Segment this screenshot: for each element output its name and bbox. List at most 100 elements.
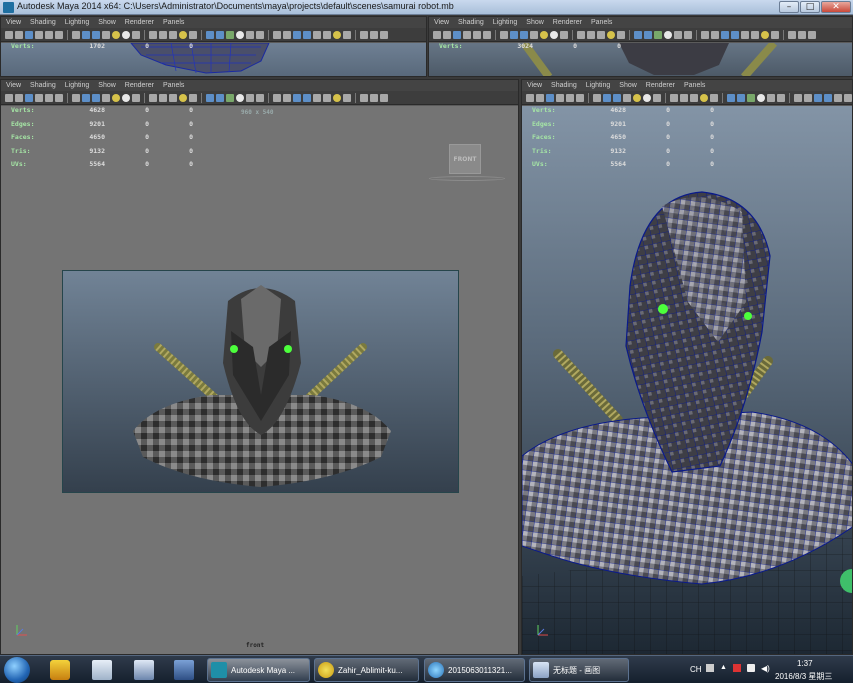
toolbar-tool-icon[interactable] [824, 93, 832, 102]
toolbar-tool-icon[interactable] [617, 30, 625, 39]
toolbar-tool-icon[interactable] [169, 30, 177, 39]
toolbar-tool-icon[interactable] [313, 30, 321, 39]
menu-lighting[interactable]: Lighting [586, 82, 611, 89]
toolbar-tool-icon[interactable] [674, 30, 682, 39]
toolbar-tool-icon[interactable] [370, 30, 378, 39]
toolbar-tool-icon[interactable] [587, 30, 595, 39]
toolbar-tool-icon[interactable] [761, 30, 769, 39]
toolbar-tool-icon[interactable] [112, 30, 120, 39]
toolbar-tool-icon[interactable] [92, 30, 100, 39]
toolbar-tool-icon[interactable] [623, 93, 631, 102]
toolbar-tool-icon[interactable] [643, 93, 651, 102]
toolbar-tool-icon[interactable] [189, 93, 197, 102]
toolbar-tool-icon[interactable] [710, 93, 718, 102]
minimize-button[interactable]: – [779, 1, 799, 13]
toolbar-tool-icon[interactable] [788, 30, 796, 39]
toolbar-tool-icon[interactable] [701, 30, 709, 39]
toolbar-tool-icon[interactable] [179, 30, 187, 39]
toolbar-tool-icon[interactable] [577, 30, 585, 39]
clock-date[interactable]: 2016/8/3 星期三 [775, 671, 832, 683]
toolbar-tool-icon[interactable] [433, 30, 441, 39]
toolbar-tool-icon[interactable] [500, 30, 508, 39]
toolbar-tool-icon[interactable] [246, 30, 254, 39]
toolbar-tool-icon[interactable] [313, 93, 321, 102]
menu-show[interactable]: Show [526, 19, 544, 26]
toolbar-tool-icon[interactable] [804, 93, 812, 102]
toolbar-tool-icon[interactable] [560, 30, 568, 39]
toolbar-tool-icon[interactable] [246, 93, 254, 102]
toolbar-tool-icon[interactable] [179, 93, 187, 102]
toolbar-tool-icon[interactable] [92, 93, 100, 102]
menu-renderer[interactable]: Renderer [553, 19, 582, 26]
toolbar-tool-icon[interactable] [536, 93, 544, 102]
toolbar-tool-icon[interactable] [293, 30, 301, 39]
toolbar-tool-icon[interactable] [122, 93, 130, 102]
maximize-button[interactable]: □ [800, 1, 820, 13]
toolbar-tool-icon[interactable] [333, 93, 341, 102]
toolbar-tool-icon[interactable] [216, 30, 224, 39]
toolbar-tool-icon[interactable] [236, 30, 244, 39]
task-folder[interactable]: 2015063011321... [424, 658, 525, 682]
network-status-icon[interactable] [746, 664, 755, 672]
toolbar-tool-icon[interactable] [35, 93, 43, 102]
toolbar-tool-icon[interactable] [794, 93, 802, 102]
toolbar-tool-icon[interactable] [556, 93, 564, 102]
toolbar-tool-icon[interactable] [741, 30, 749, 39]
toolbar-tool-icon[interactable] [149, 30, 157, 39]
toolbar-tool-icon[interactable] [82, 30, 90, 39]
toolbar-tool-icon[interactable] [132, 30, 140, 39]
toolbar-tool-icon[interactable] [72, 30, 80, 39]
toolbar-tool-icon[interactable] [226, 30, 234, 39]
persp-viewport[interactable]: Verts: 4628 0 0 Edges: 9201 0 0 Faces: 4650 0 0 T… [522, 106, 852, 654]
toolbar-tool-icon[interactable] [690, 93, 698, 102]
menu-view[interactable]: View [6, 82, 21, 89]
start-button[interactable] [4, 657, 30, 683]
toolbar-tool-icon[interactable] [731, 30, 739, 39]
menu-view[interactable]: View [527, 82, 542, 89]
toolbar-tool-icon[interactable] [737, 93, 745, 102]
toolbar-tool-icon[interactable] [798, 30, 806, 39]
toolbar-tool-icon[interactable] [303, 30, 311, 39]
toolbar-tool-icon[interactable] [463, 30, 471, 39]
toolbar-tool-icon[interactable] [526, 93, 534, 102]
toolbar-tool-icon[interactable] [747, 93, 755, 102]
toolbar-tool-icon[interactable] [453, 30, 461, 39]
toolbar-tool-icon[interactable] [546, 93, 554, 102]
toolbar-tool-icon[interactable] [771, 30, 779, 39]
toolbar-tool-icon[interactable] [343, 93, 351, 102]
menu-renderer[interactable]: Renderer [125, 19, 154, 26]
toolbar-tool-icon[interactable] [189, 30, 197, 39]
menu-shading[interactable]: Shading [30, 82, 56, 89]
toolbar-tool-icon[interactable] [680, 93, 688, 102]
toolbar-tool-icon[interactable] [82, 93, 90, 102]
toolbar-tool-icon[interactable] [597, 30, 605, 39]
flag-icon[interactable] [732, 664, 741, 672]
menu-panels[interactable]: Panels [163, 19, 184, 26]
volume-icon[interactable]: ◀) [761, 664, 770, 683]
notepad-icon[interactable] [92, 660, 112, 680]
toolbar-tool-icon[interactable] [607, 30, 615, 39]
show-hidden-icons-icon[interactable]: ▲ [720, 664, 727, 683]
task-browser[interactable]: Zahir_Ablimit-ku... [314, 658, 419, 682]
toolbar-tool-icon[interactable] [303, 93, 311, 102]
toolbar-tool-icon[interactable] [520, 30, 528, 39]
toolbar-tool-icon[interactable] [767, 93, 775, 102]
toolbar-tool-icon[interactable] [360, 30, 368, 39]
toolbar-tool-icon[interactable] [283, 30, 291, 39]
toolbar-tool-icon[interactable] [844, 93, 852, 102]
close-button[interactable]: ✕ [821, 1, 851, 13]
toolbar-tool-icon[interactable] [613, 93, 621, 102]
toolbar-tool-icon[interactable] [45, 30, 53, 39]
input-language-indicator[interactable]: CH [690, 665, 702, 683]
toolbar-tool-icon[interactable] [670, 93, 678, 102]
toolbar-tool-icon[interactable] [256, 93, 264, 102]
menu-renderer[interactable]: Renderer [646, 82, 675, 89]
network-icon[interactable] [134, 660, 154, 680]
toolbar-tool-icon[interactable] [550, 30, 558, 39]
toolbar-tool-icon[interactable] [343, 30, 351, 39]
toolbar-tool-icon[interactable] [530, 30, 538, 39]
toolbar-tool-icon[interactable] [5, 93, 13, 102]
toolbar-tool-icon[interactable] [256, 30, 264, 39]
toolbar-tool-icon[interactable] [540, 30, 548, 39]
toolbar-tool-icon[interactable] [664, 30, 672, 39]
